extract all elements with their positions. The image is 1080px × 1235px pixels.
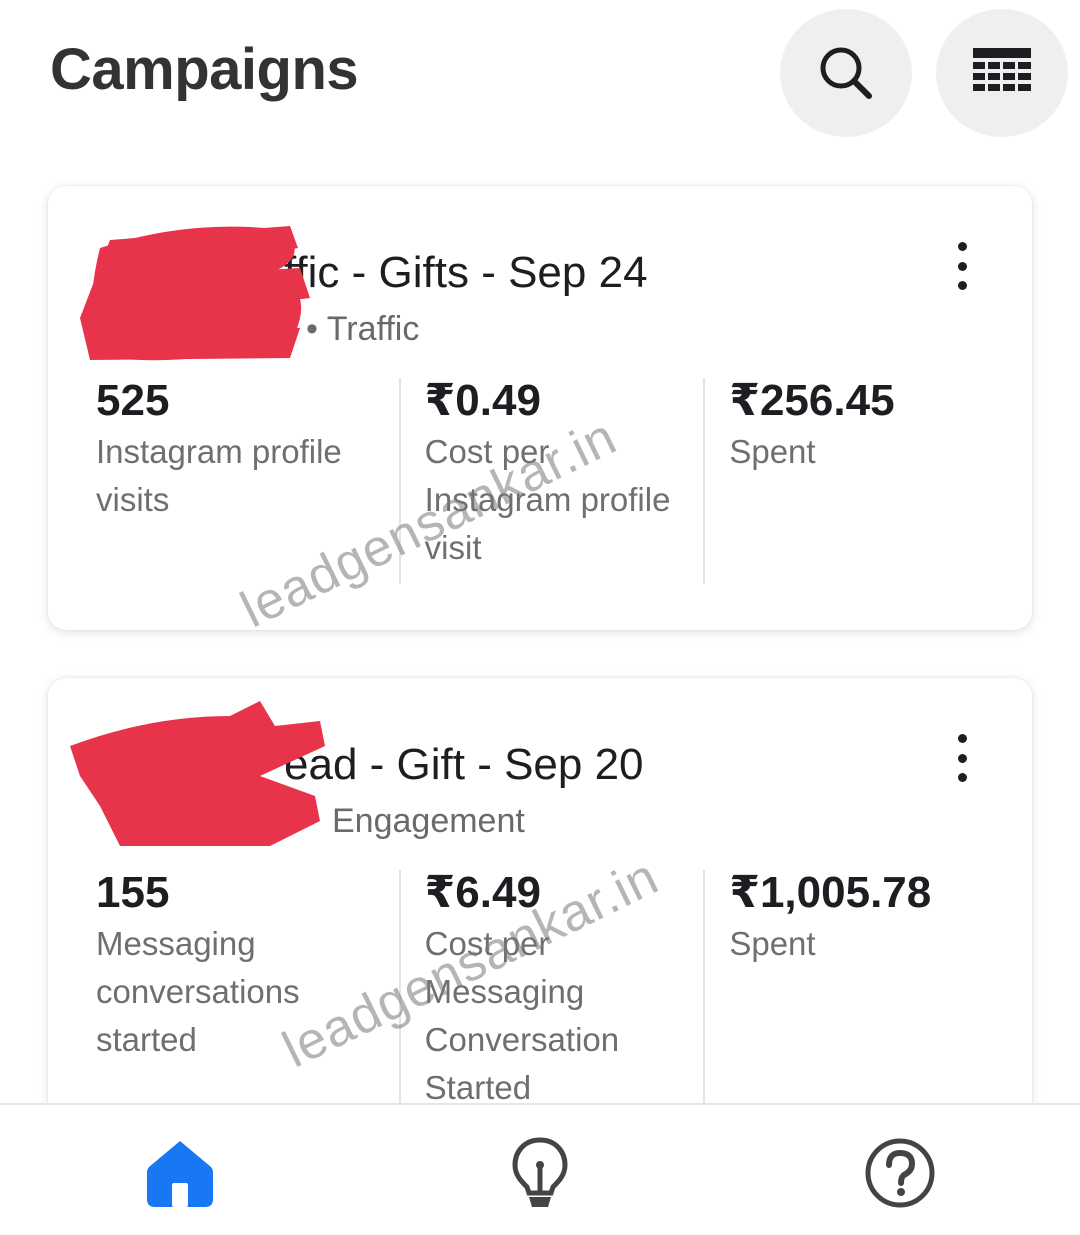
campaign-card[interactable]: ffic - Gifts - Sep 24 • Traffic 525 Inst…	[48, 186, 1032, 630]
lightbulb-icon	[512, 1137, 568, 1207]
campaign-objective: Engagement	[332, 802, 525, 841]
search-icon	[820, 47, 872, 99]
campaign-name: ffic - Gifts - Sep 24	[284, 248, 648, 297]
table-columns-icon	[973, 48, 1031, 91]
redaction-scribble	[80, 226, 310, 361]
home-icon	[147, 1141, 213, 1207]
bottom-nav	[0, 1103, 1080, 1235]
nav-home[interactable]	[140, 1133, 220, 1213]
metric-spent: ₹256.45 Spent	[703, 376, 1008, 584]
help-icon	[865, 1138, 935, 1208]
columns-button[interactable]	[936, 9, 1068, 137]
app-header: Campaigns	[0, 0, 1080, 150]
nav-insights[interactable]	[500, 1133, 580, 1213]
campaign-objective: • Traffic	[306, 310, 420, 348]
redaction-scribble	[70, 701, 325, 846]
metric-value: 525	[96, 376, 170, 425]
nav-help[interactable]	[860, 1133, 940, 1213]
metric-label: Instagram profile visits	[96, 433, 342, 518]
metric-value: 155	[96, 868, 170, 917]
metric-label: Spent	[729, 925, 816, 962]
metric-value: ₹1,005.78	[729, 868, 932, 917]
metric-value: ₹256.45	[729, 376, 895, 425]
objective-label: Engagement	[332, 802, 525, 840]
more-options-icon[interactable]	[950, 242, 974, 290]
page-title: Campaigns	[50, 37, 359, 102]
campaign-name: ead - Gift - Sep 20	[284, 740, 644, 789]
more-options-icon[interactable]	[950, 734, 974, 782]
metric-label: Spent	[729, 433, 816, 470]
objective-label: Traffic	[326, 310, 420, 348]
search-button[interactable]	[780, 9, 912, 137]
metric-value: ₹0.49	[424, 376, 541, 425]
